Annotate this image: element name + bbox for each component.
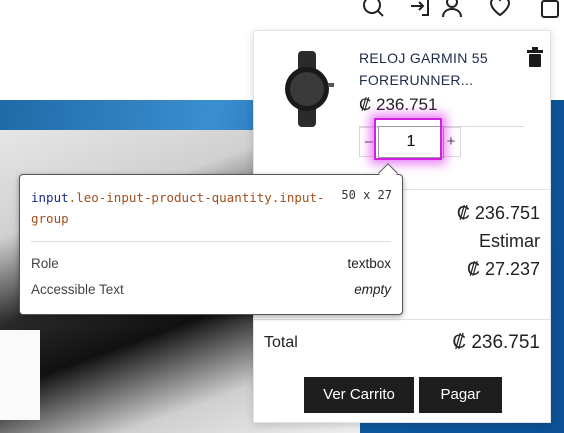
login-icon[interactable] [408, 0, 432, 18]
total-label: Total [264, 334, 298, 351]
banner-strip [0, 330, 40, 420]
quantity-input[interactable] [378, 126, 444, 158]
trash-icon[interactable] [526, 47, 544, 67]
user-icon[interactable] [440, 0, 464, 18]
quantity-stepper: – + [359, 126, 461, 158]
selector-tag: input [31, 190, 69, 205]
element-selector: input.leo-input-product-quantity.input-g… [31, 187, 331, 229]
divider [254, 319, 550, 320]
subtotal-value: ₡ 236.751 [456, 203, 540, 223]
shipping-estimate: Estimar [478, 231, 540, 251]
taxes-value: ₡ 27.237 [466, 259, 540, 279]
increase-quantity-button[interactable]: + [442, 128, 460, 156]
product-name[interactable]: RELOJ GARMIN 55 FORERUNNER... [359, 47, 519, 91]
decrease-quantity-button[interactable]: – [360, 128, 378, 156]
role-label: Role [31, 256, 59, 271]
product-price: ₡ 236.751 [359, 95, 438, 114]
heart-icon[interactable] [488, 0, 512, 18]
accessible-text-value: empty [354, 282, 391, 297]
pay-button[interactable]: Pagar [419, 377, 502, 413]
view-cart-button[interactable]: Ver Carrito [304, 377, 414, 413]
accessible-text-label: Accessible Text [31, 282, 124, 297]
bag-icon[interactable] [538, 0, 562, 18]
selector-classes: .leo-input-product-quantity.input-group [31, 190, 325, 226]
watch-thumbnail[interactable] [268, 49, 348, 129]
element-dimensions: 50 x 27 [341, 188, 392, 202]
divider [31, 241, 391, 242]
search-icon[interactable] [361, 0, 385, 18]
role-value: textbox [347, 256, 391, 271]
devtools-tooltip: input.leo-input-product-quantity.input-g… [19, 163, 403, 315]
total-value: ₡ 236.751 [452, 332, 540, 353]
